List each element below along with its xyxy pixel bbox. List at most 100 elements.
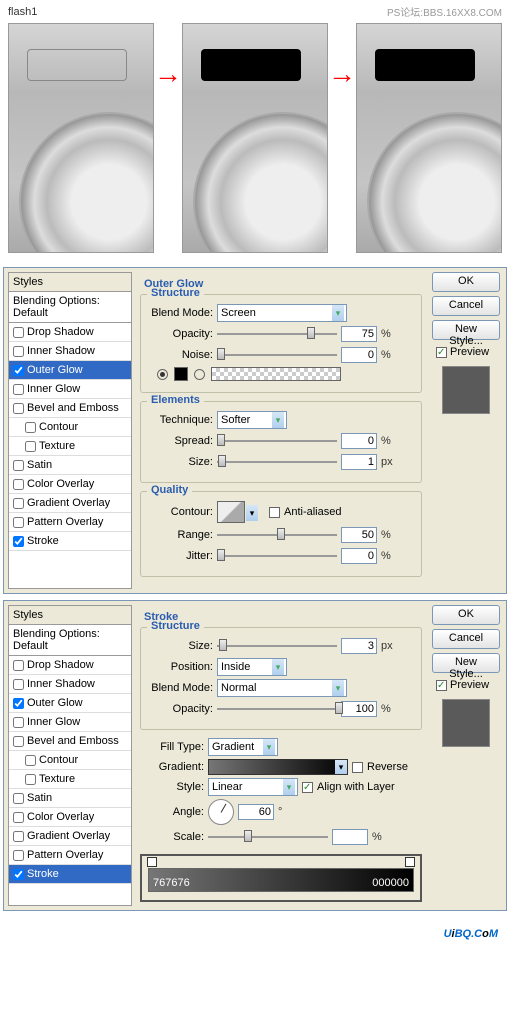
style-inner-glow[interactable]: Inner Glow bbox=[9, 713, 131, 732]
range-input[interactable] bbox=[341, 527, 377, 543]
preview-checkbox[interactable] bbox=[436, 347, 447, 358]
gradient-stop-left[interactable] bbox=[147, 857, 157, 867]
contour-picker[interactable] bbox=[217, 501, 245, 523]
gradient-bar[interactable] bbox=[211, 367, 341, 381]
angle-dial[interactable] bbox=[208, 799, 234, 825]
checkbox[interactable] bbox=[25, 422, 36, 433]
checkbox[interactable] bbox=[13, 660, 24, 671]
checkbox[interactable] bbox=[25, 774, 36, 785]
arrow-icon: → bbox=[328, 58, 356, 90]
checkbox[interactable] bbox=[13, 384, 24, 395]
style-contour[interactable]: Contour bbox=[9, 751, 131, 770]
gradient-style-select[interactable]: Linear bbox=[208, 778, 298, 796]
opacity-input[interactable] bbox=[341, 326, 377, 342]
style-contour[interactable]: Contour bbox=[9, 418, 131, 437]
jitter-input[interactable] bbox=[341, 548, 377, 564]
spread-input[interactable] bbox=[341, 433, 377, 449]
gradient-strip[interactable]: 767676 000000 bbox=[148, 868, 414, 892]
style-satin[interactable]: Satin bbox=[9, 789, 131, 808]
opacity-input[interactable] bbox=[341, 701, 377, 717]
new-style-button[interactable]: New Style... bbox=[432, 653, 500, 673]
style-outer-glow[interactable]: Outer Glow bbox=[9, 694, 131, 713]
ok-button[interactable]: OK bbox=[432, 605, 500, 625]
blend-mode-select[interactable]: Normal bbox=[217, 679, 347, 697]
checkbox[interactable] bbox=[13, 717, 24, 728]
checkbox[interactable] bbox=[13, 498, 24, 509]
blending-options[interactable]: Blending Options: Default bbox=[9, 625, 131, 656]
style-gradient-overlay[interactable]: Gradient Overlay bbox=[9, 827, 131, 846]
style-color-overlay[interactable]: Color Overlay bbox=[9, 808, 131, 827]
scale-input[interactable] bbox=[332, 829, 368, 845]
checkbox[interactable] bbox=[13, 698, 24, 709]
gradient-stop-right[interactable] bbox=[405, 857, 415, 867]
angle-input[interactable] bbox=[238, 804, 274, 820]
blending-options[interactable]: Blending Options: Default bbox=[9, 292, 131, 323]
position-select[interactable]: Inside bbox=[217, 658, 287, 676]
range-slider[interactable] bbox=[217, 526, 337, 544]
ok-button[interactable]: OK bbox=[432, 272, 500, 292]
checkbox[interactable] bbox=[25, 755, 36, 766]
gradient-picker[interactable] bbox=[208, 759, 348, 775]
noise-input[interactable] bbox=[341, 347, 377, 363]
checkbox[interactable] bbox=[13, 536, 24, 547]
checkbox[interactable] bbox=[13, 365, 24, 376]
styles-header[interactable]: Styles bbox=[9, 273, 131, 292]
checkbox[interactable] bbox=[13, 403, 24, 414]
size-input[interactable] bbox=[341, 454, 377, 470]
styles-list: Styles Blending Options: Default Drop Sh… bbox=[8, 605, 132, 906]
fill-type-select[interactable]: Gradient bbox=[208, 738, 278, 756]
color-radio[interactable] bbox=[157, 369, 168, 380]
opacity-slider[interactable] bbox=[217, 700, 337, 718]
spread-slider[interactable] bbox=[217, 432, 337, 450]
anti-aliased-checkbox[interactable] bbox=[269, 507, 280, 518]
style-pattern-overlay[interactable]: Pattern Overlay bbox=[9, 846, 131, 865]
style-texture[interactable]: Texture bbox=[9, 770, 131, 789]
checkbox[interactable] bbox=[13, 793, 24, 804]
checkbox[interactable] bbox=[13, 460, 24, 471]
style-pattern-overlay[interactable]: Pattern Overlay bbox=[9, 513, 131, 532]
style-stroke[interactable]: Stroke bbox=[9, 865, 131, 884]
scale-slider[interactable] bbox=[208, 828, 328, 846]
style-texture[interactable]: Texture bbox=[9, 437, 131, 456]
checkbox[interactable] bbox=[13, 736, 24, 747]
new-style-button[interactable]: New Style... bbox=[432, 320, 500, 340]
gradient-radio[interactable] bbox=[194, 369, 205, 380]
reverse-checkbox[interactable] bbox=[352, 762, 363, 773]
size-slider[interactable] bbox=[217, 453, 337, 471]
checkbox[interactable] bbox=[13, 850, 24, 861]
style-satin[interactable]: Satin bbox=[9, 456, 131, 475]
checkbox[interactable] bbox=[13, 869, 24, 880]
style-inner-glow[interactable]: Inner Glow bbox=[9, 380, 131, 399]
checkbox[interactable] bbox=[13, 327, 24, 338]
style-outer-glow[interactable]: Outer Glow bbox=[9, 361, 131, 380]
style-bevel-emboss[interactable]: Bevel and Emboss bbox=[9, 732, 131, 751]
checkbox[interactable] bbox=[13, 346, 24, 357]
opacity-slider[interactable] bbox=[217, 325, 337, 343]
color-swatch[interactable] bbox=[174, 367, 188, 381]
checkbox[interactable] bbox=[13, 517, 24, 528]
style-drop-shadow[interactable]: Drop Shadow bbox=[9, 323, 131, 342]
jitter-slider[interactable] bbox=[217, 547, 337, 565]
style-gradient-overlay[interactable]: Gradient Overlay bbox=[9, 494, 131, 513]
blend-mode-select[interactable]: Screen bbox=[217, 304, 347, 322]
style-inner-shadow[interactable]: Inner Shadow bbox=[9, 342, 131, 361]
checkbox[interactable] bbox=[13, 679, 24, 690]
style-color-overlay[interactable]: Color Overlay bbox=[9, 475, 131, 494]
styles-header[interactable]: Styles bbox=[9, 606, 131, 625]
noise-slider[interactable] bbox=[217, 346, 337, 364]
style-bevel-emboss[interactable]: Bevel and Emboss bbox=[9, 399, 131, 418]
cancel-button[interactable]: Cancel bbox=[432, 629, 500, 649]
style-stroke[interactable]: Stroke bbox=[9, 532, 131, 551]
style-drop-shadow[interactable]: Drop Shadow bbox=[9, 656, 131, 675]
checkbox[interactable] bbox=[13, 812, 24, 823]
style-inner-shadow[interactable]: Inner Shadow bbox=[9, 675, 131, 694]
preview-checkbox[interactable] bbox=[436, 680, 447, 691]
size-input[interactable] bbox=[341, 638, 377, 654]
technique-select[interactable]: Softer bbox=[217, 411, 287, 429]
checkbox[interactable] bbox=[13, 479, 24, 490]
size-slider[interactable] bbox=[217, 637, 337, 655]
checkbox[interactable] bbox=[25, 441, 36, 452]
align-checkbox[interactable] bbox=[302, 782, 313, 793]
cancel-button[interactable]: Cancel bbox=[432, 296, 500, 316]
checkbox[interactable] bbox=[13, 831, 24, 842]
